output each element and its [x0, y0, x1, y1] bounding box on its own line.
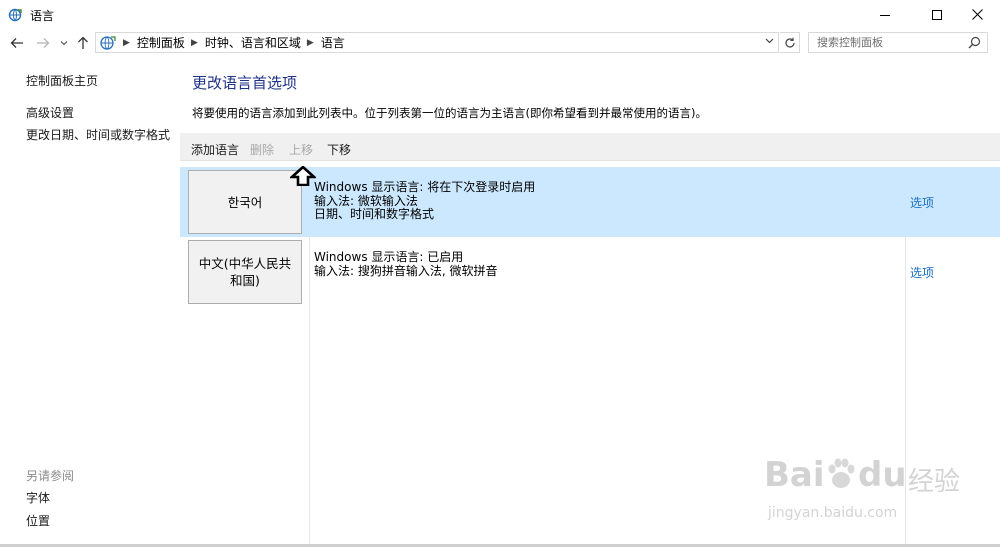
annotation-up-arrow-icon	[290, 166, 316, 186]
control-panel-icon	[100, 35, 116, 50]
back-button[interactable]	[8, 34, 26, 52]
maximize-icon	[932, 9, 942, 20]
display-language-status: Windows 显示语言: 已启用	[314, 250, 464, 264]
breadcrumb-control-panel[interactable]: 控制面板	[137, 34, 185, 51]
window-title: 语言	[30, 9, 55, 23]
minimize-button[interactable]	[862, 0, 908, 29]
breadcrumb-separator-icon: ▶	[306, 37, 314, 48]
title-bar: 语言	[0, 0, 1000, 29]
up-arrow-icon	[78, 36, 88, 49]
language-row-chinese[interactable]: 中文(中华人民共和国) Windows 显示语言: 已启用 输入法: 搜狗拼音输…	[180, 237, 1000, 307]
navigation-bar: ▶ 控制面板 ▶ 时钟、语言和区域 ▶ 语言	[0, 29, 1000, 56]
baidu-watermark: Bai du 经验 jingyan.baidu.com	[764, 455, 964, 525]
refresh-icon	[784, 37, 795, 48]
back-arrow-icon	[10, 38, 23, 48]
breadcrumb-separator-icon: ▶	[123, 37, 130, 48]
up-button[interactable]	[74, 34, 92, 52]
chevron-down-icon	[60, 41, 68, 46]
move-down-button[interactable]: 下移	[327, 141, 351, 158]
move-up-button[interactable]: 上移	[289, 141, 313, 158]
close-icon	[971, 9, 983, 20]
watermark-brand-suffix: du	[858, 455, 907, 495]
breadcrumb-separator-icon: ▶	[190, 37, 198, 48]
input-method-status: 输入法: 搜狗拼音输入法, 微软拼音	[314, 263, 498, 278]
page-title: 更改语言首选项	[192, 74, 298, 92]
sidebar-link-change-date-time-format[interactable]: 更改日期、时间或数字格式	[26, 126, 170, 143]
display-language-status: Windows 显示语言: 将在下次登录时启用	[314, 180, 536, 194]
refresh-button[interactable]	[780, 32, 800, 53]
sidebar-link-control-panel-home[interactable]: 控制面板主页	[26, 72, 98, 89]
remove-button[interactable]: 删除	[250, 141, 274, 158]
watermark-brand: Bai	[764, 455, 825, 495]
sidebar-link-advanced-settings[interactable]: 高级设置	[26, 104, 74, 121]
watermark-cn: 经验	[908, 467, 961, 497]
breadcrumb-language[interactable]: 语言	[321, 34, 345, 51]
options-link-chinese[interactable]: 选项	[910, 264, 934, 281]
recent-locations-button[interactable]	[58, 34, 70, 52]
sidebar-link-fonts[interactable]: 字体	[26, 489, 50, 506]
search-input[interactable]	[817, 36, 967, 49]
search-box[interactable]	[808, 32, 988, 53]
address-box[interactable]: ▶ 控制面板 ▶ 时钟、语言和区域 ▶ 语言	[95, 32, 779, 53]
breadcrumb-clock-language-region[interactable]: 时钟、语言和区域	[205, 34, 301, 51]
add-language-button[interactable]: 添加语言	[191, 141, 239, 158]
forward-button[interactable]	[34, 34, 52, 52]
minimize-icon	[880, 14, 890, 16]
sidebar-link-location[interactable]: 位置	[26, 512, 50, 529]
close-button[interactable]	[954, 0, 1000, 29]
language-info-korean: Windows 显示语言: 将在下次登录时启用 输入法: 微软输入法 日期、时间…	[314, 180, 536, 222]
language-globe-icon	[8, 8, 22, 22]
chevron-down-icon	[765, 38, 774, 44]
sidebar: 控制面板主页 高级设置 更改日期、时间或数字格式 另请参阅 字体 位置	[0, 56, 180, 547]
see-also-heading: 另请参阅	[26, 469, 75, 483]
page-description: 将要使用的语言添加到此列表中。位于列表第一位的语言为主语言(即你希望看到并最常使…	[192, 106, 707, 120]
language-info-chinese: Windows 显示语言: 已启用 输入法: 搜狗拼音输入法, 微软拼音	[314, 250, 498, 278]
search-icon[interactable]	[968, 36, 981, 49]
paw-icon	[828, 458, 855, 488]
language-toolbar: 添加语言 删除 上移 下移	[180, 133, 1000, 161]
language-tile-chinese[interactable]: 中文(中华人民共和国)	[188, 240, 302, 304]
forward-arrow-icon	[37, 38, 50, 48]
watermark-url: jingyan.baidu.com	[768, 505, 898, 521]
language-tile-korean[interactable]: 한국어	[188, 170, 302, 234]
input-method-status: 输入法: 微软输入法	[314, 193, 418, 208]
address-history-dropdown[interactable]	[765, 37, 774, 47]
date-time-format-status: 日期、时间和数字格式	[314, 207, 435, 221]
options-link-korean[interactable]: 选项	[910, 194, 934, 211]
